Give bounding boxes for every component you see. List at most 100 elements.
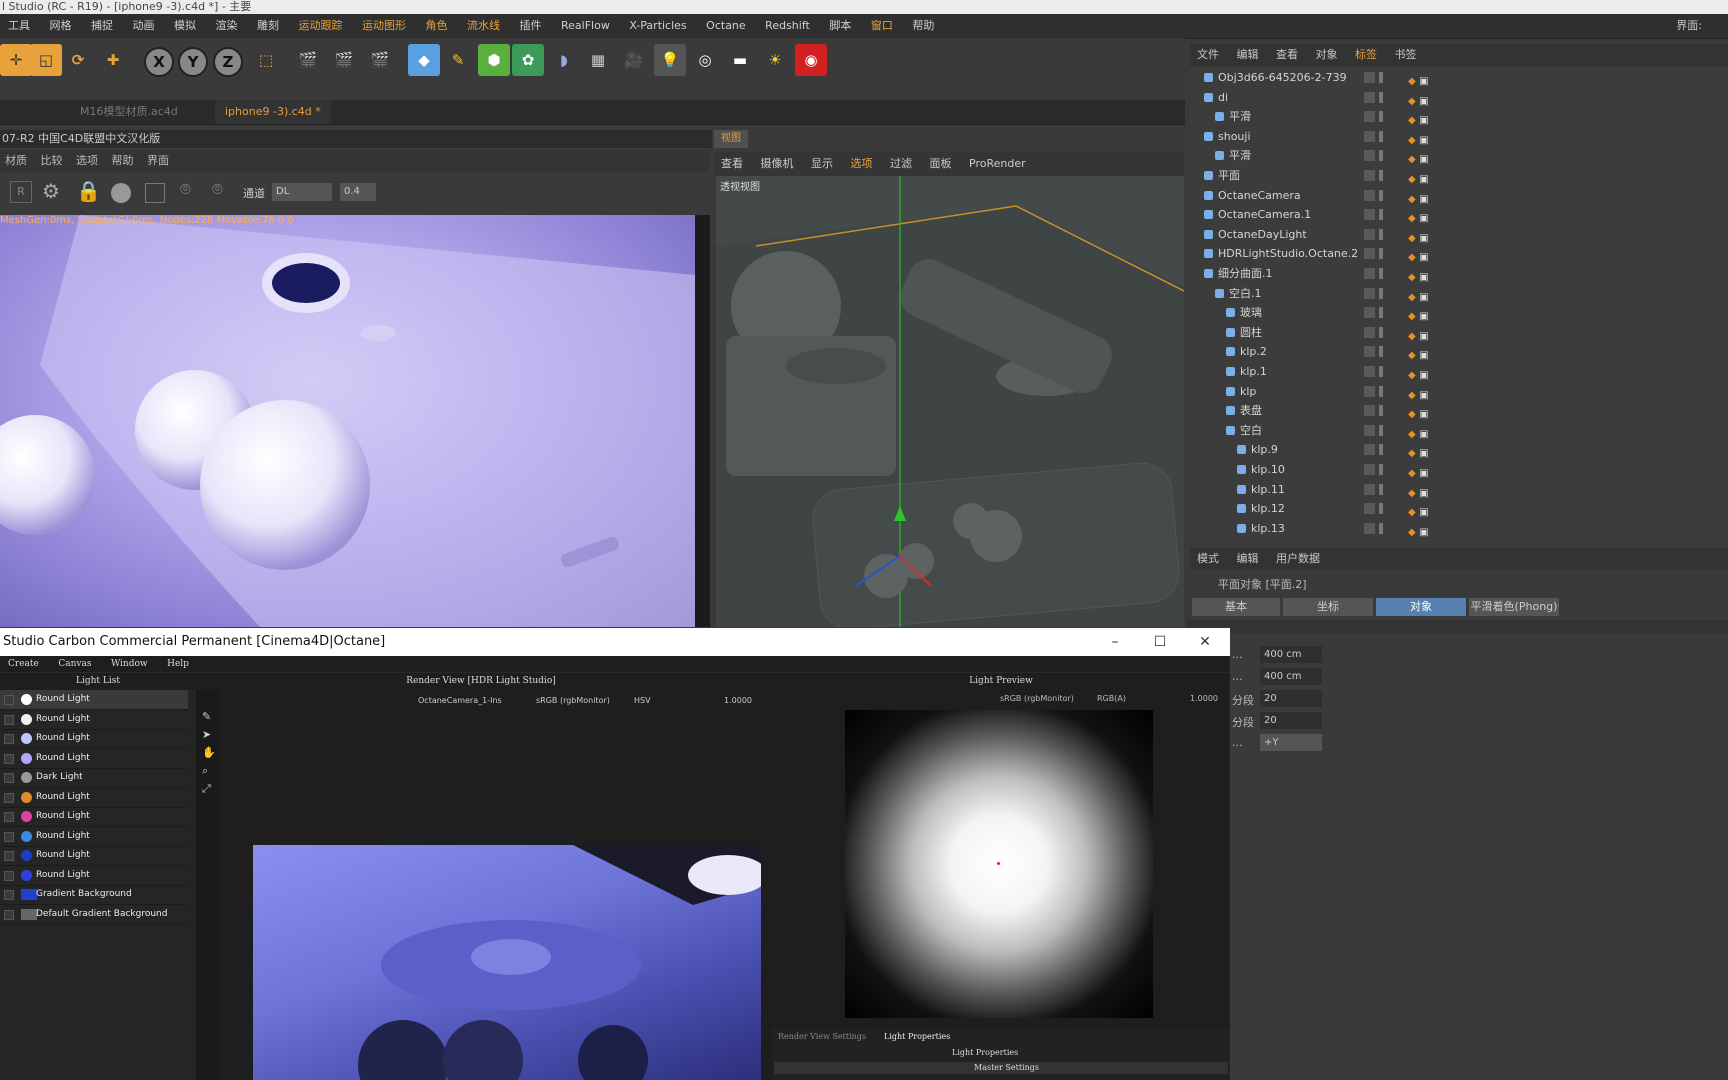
light-list-item[interactable]: Round Light xyxy=(0,846,188,866)
menu-item[interactable]: 编辑 xyxy=(1230,44,1266,66)
coordinate-system-icon[interactable]: ⬚ xyxy=(250,44,282,76)
tag-icons[interactable]: ◆ ▣ xyxy=(1408,91,1429,107)
camera-icon[interactable]: 🎥 xyxy=(618,44,650,76)
menu-item[interactable]: Canvas xyxy=(50,656,99,672)
tag-icons[interactable]: ◆ ▣ xyxy=(1408,365,1429,381)
tag-icons[interactable]: ◆ ▣ xyxy=(1408,130,1429,146)
light-enable-checkbox[interactable] xyxy=(4,909,14,920)
visibility-toggle[interactable] xyxy=(1364,366,1375,377)
light-enable-checkbox[interactable] xyxy=(4,870,14,881)
minimize-icon[interactable]: – xyxy=(1095,628,1135,656)
viewport-tab[interactable]: 视图 xyxy=(714,130,748,148)
object-row[interactable]: di ◆ ▣ xyxy=(1190,88,1728,107)
object-row[interactable]: shouji ◆ ▣ xyxy=(1190,127,1728,146)
octane-camera-icon[interactable]: ◉ xyxy=(795,44,827,76)
hdr-render-view[interactable] xyxy=(253,845,761,1080)
menu-item[interactable]: X-Particles xyxy=(621,14,694,38)
render-toggle[interactable] xyxy=(1379,464,1383,475)
light-icon[interactable]: 💡 xyxy=(654,44,686,76)
menu-item[interactable]: 查看 xyxy=(714,152,750,176)
menu-item[interactable]: 帮助 xyxy=(107,150,139,172)
subdivision-icon[interactable]: ⬢ xyxy=(478,44,510,76)
tag-icons[interactable]: ◆ ▣ xyxy=(1408,385,1429,401)
visibility-toggle[interactable] xyxy=(1364,170,1375,181)
light-list-item[interactable]: Round Light xyxy=(0,729,188,749)
object-row[interactable]: 空白.1 ◆ ▣ xyxy=(1190,284,1728,303)
tag-icons[interactable]: ◆ ▣ xyxy=(1408,208,1429,224)
tag-icons[interactable]: ◆ ▣ xyxy=(1408,404,1429,420)
tag-icons[interactable]: ◆ ▣ xyxy=(1408,345,1429,361)
tab-doc-active[interactable]: iphone9 -3).c4d * xyxy=(215,100,331,124)
tab-light-properties[interactable]: Light Properties xyxy=(884,1032,950,1041)
tag-icons[interactable]: ◆ ▣ xyxy=(1408,110,1429,126)
light-list-item[interactable]: Round Light xyxy=(0,827,188,847)
menu-item[interactable]: Create xyxy=(0,656,47,672)
tag-icons[interactable]: ◆ ▣ xyxy=(1408,483,1429,499)
visibility-toggle[interactable] xyxy=(1364,522,1375,534)
tab-render-view-settings[interactable]: Render View Settings xyxy=(778,1032,866,1041)
3d-viewport[interactable]: 透视视图 xyxy=(716,176,1184,627)
x-axis-button[interactable]: X xyxy=(144,47,174,77)
render-toggle[interactable] xyxy=(1379,248,1383,260)
visibility-toggle[interactable] xyxy=(1364,307,1375,319)
visibility-toggle[interactable] xyxy=(1364,483,1375,495)
menu-item[interactable]: 选项 xyxy=(71,150,103,172)
menu-item[interactable]: 摄像机 xyxy=(754,152,801,176)
object-row[interactable]: 细分曲面.1 ◆ ▣ xyxy=(1190,264,1728,283)
visibility-toggle[interactable] xyxy=(1364,72,1375,83)
menu-item[interactable]: 对象 xyxy=(1309,44,1345,66)
menu-item[interactable]: 流水线 xyxy=(459,14,508,38)
light-list-item[interactable]: Default Gradient Background xyxy=(0,905,188,925)
tab-phong[interactable]: 平滑着色(Phong) xyxy=(1469,598,1559,616)
object-row[interactable]: OctaneDayLight ◆ ▣ xyxy=(1190,225,1728,244)
menu-item[interactable]: 网格 xyxy=(42,14,80,38)
object-row[interactable]: OctaneCamera.1 ◆ ▣ xyxy=(1190,205,1728,224)
render-toggle[interactable] xyxy=(1379,424,1383,436)
object-row[interactable]: klp.9 ◆ ▣ xyxy=(1190,440,1728,459)
visibility-toggle[interactable] xyxy=(1364,326,1375,338)
object-row[interactable]: klp.11 ◆ ▣ xyxy=(1190,480,1728,499)
object-row[interactable]: 空白 ◆ ▣ xyxy=(1190,421,1728,440)
width-field[interactable]: 400 cm xyxy=(1260,646,1322,663)
exposure-value[interactable]: 1.0000 xyxy=(724,694,752,708)
light-enable-checkbox[interactable] xyxy=(4,773,14,783)
lp-exposure-value[interactable]: 1.0000 xyxy=(1190,694,1218,703)
region-icon[interactable] xyxy=(145,183,165,203)
z-axis-button[interactable]: Z xyxy=(213,47,243,77)
light-enable-checkbox[interactable] xyxy=(4,792,14,803)
visibility-toggle[interactable] xyxy=(1364,287,1375,299)
colorspace-select[interactable]: sRGB (rgbMonitor) xyxy=(536,694,610,708)
octane-sun-icon[interactable]: ☀ xyxy=(759,44,791,76)
tag-icons[interactable]: ◆ ▣ xyxy=(1408,424,1429,440)
render-view-icon[interactable]: 🎬 xyxy=(292,44,324,76)
floor-icon[interactable]: ▦ xyxy=(582,44,614,76)
render-picture-icon[interactable]: 🎬 xyxy=(328,44,360,76)
tab-doc[interactable]: M16模型材质.ac4d xyxy=(70,100,188,124)
render-settings-icon[interactable]: 🎬 xyxy=(364,44,396,76)
tab-coord[interactable]: 坐标 xyxy=(1283,598,1373,616)
object-row[interactable]: 玻璃 ◆ ▣ xyxy=(1190,303,1728,322)
tag-icons[interactable]: ◆ ▣ xyxy=(1408,306,1429,322)
light-list-item[interactable]: Round Light xyxy=(0,807,188,827)
render-toggle[interactable] xyxy=(1379,503,1383,515)
object-row[interactable]: HDRLightStudio.Octane.2 ◆ ▣ xyxy=(1190,244,1728,263)
scale-tool-icon[interactable]: ◱ xyxy=(30,44,62,76)
master-settings-bar[interactable]: Master Settings xyxy=(774,1062,1228,1074)
tag-icons[interactable]: ◆ ▣ xyxy=(1408,287,1429,303)
material-ball-icon[interactable] xyxy=(111,183,131,203)
visibility-toggle[interactable] xyxy=(1364,268,1375,279)
menu-item[interactable]: Help xyxy=(159,656,197,672)
light-list-item[interactable]: Round Light xyxy=(0,788,188,808)
move-tool-icon[interactable]: ✛ xyxy=(0,44,32,76)
render-toggle[interactable] xyxy=(1379,209,1383,221)
menu-item[interactable]: 编辑 xyxy=(1230,548,1266,570)
camera-select[interactable]: OctaneCamera_1-Ins xyxy=(418,694,502,708)
visibility-toggle[interactable] xyxy=(1364,444,1375,456)
object-row[interactable]: klp.12 ◆ ▣ xyxy=(1190,499,1728,518)
visibility-toggle[interactable] xyxy=(1364,209,1375,221)
object-row[interactable]: OctaneCamera ◆ ▣ xyxy=(1190,186,1728,205)
object-row[interactable]: klp.13 ◆ ▣ xyxy=(1190,519,1728,538)
light-enable-checkbox[interactable] xyxy=(4,714,14,725)
object-row[interactable]: 圆柱 ◆ ▣ xyxy=(1190,323,1728,342)
object-row[interactable]: 平滑 ◆ ▣ xyxy=(1190,146,1728,165)
